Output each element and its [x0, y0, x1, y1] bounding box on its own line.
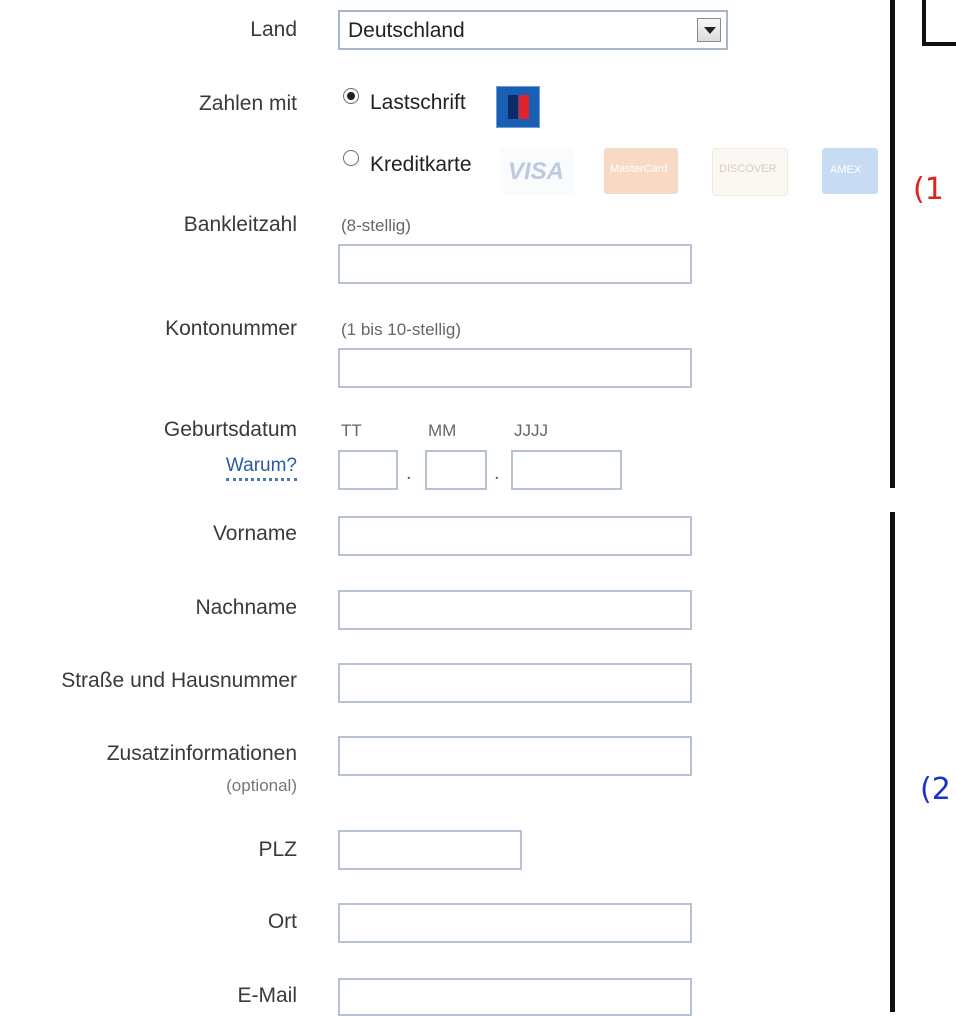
last-name-input[interactable] [338, 590, 692, 630]
year-label: JJJJ [514, 421, 548, 440]
chevron-down-icon[interactable] [697, 18, 721, 42]
divider-line [890, 0, 895, 488]
email-input[interactable] [338, 978, 692, 1016]
country-select-value: Deutschland [348, 19, 465, 42]
discover-logo: DISCOVER [712, 148, 788, 196]
account-number-hint: (1 bis 10-stellig) [341, 320, 461, 339]
mastercard-logo: MasterCard [604, 148, 678, 194]
amex-logo: AMEX [822, 148, 878, 194]
birth-year-input[interactable] [511, 450, 622, 490]
last-name-label: Nachname [195, 596, 297, 619]
mastercard-logo-text: MasterCard [610, 163, 668, 175]
payment-label: Zahlen mit [198, 92, 297, 115]
month-label: MM [428, 421, 457, 440]
email-label: E-Mail [237, 984, 297, 1007]
annotation-box [922, 0, 956, 46]
optional-hint: (optional) [226, 776, 297, 795]
annotation-label-2: (2 [920, 772, 951, 807]
country-label: Land [250, 18, 297, 41]
first-name-input[interactable] [338, 516, 692, 556]
street-input[interactable] [338, 663, 692, 703]
birth-month-input[interactable] [425, 450, 487, 490]
day-label: TT [341, 421, 362, 440]
city-input[interactable] [338, 903, 692, 943]
date-separator: . [406, 462, 412, 484]
city-label: Ort [267, 910, 297, 933]
radio-lastschrift[interactable] [343, 88, 359, 104]
why-link[interactable]: Warum? [225, 455, 297, 481]
ec-logo-e-mark [508, 95, 518, 119]
date-separator: . [494, 462, 500, 484]
radio-lastschrift-label: Lastschrift [370, 91, 466, 114]
annotation-label-1: (1 [913, 172, 944, 207]
visa-logo-text: VISA [508, 158, 565, 185]
bank-code-label: Bankleitzahl [183, 213, 297, 236]
street-label: Straße und Hausnummer [61, 669, 297, 692]
radio-kreditkarte-label: Kreditkarte [370, 153, 472, 176]
visa-logo: VISA [500, 148, 574, 194]
additional-info-label: Zusatzinformationen [106, 742, 297, 765]
radio-kreditkarte[interactable] [343, 150, 359, 166]
discover-logo-text: DISCOVER [719, 163, 777, 175]
zip-label: PLZ [258, 838, 297, 861]
additional-info-input[interactable] [338, 736, 692, 776]
ec-logo-c-mark [519, 95, 529, 119]
bank-code-hint: (8-stellig) [341, 216, 411, 235]
ec-logo [496, 86, 540, 128]
birth-day-input[interactable] [338, 450, 398, 490]
bank-code-input[interactable] [338, 244, 692, 284]
account-number-label: Kontonummer [165, 317, 297, 340]
account-number-input[interactable] [338, 348, 692, 388]
birthdate-label: Geburtsdatum [163, 418, 297, 441]
first-name-label: Vorname [212, 522, 297, 545]
amex-logo-text: AMEX [830, 164, 862, 176]
zip-input[interactable] [338, 830, 522, 870]
country-select[interactable]: Deutschland [338, 10, 728, 50]
divider-line [890, 512, 895, 1012]
